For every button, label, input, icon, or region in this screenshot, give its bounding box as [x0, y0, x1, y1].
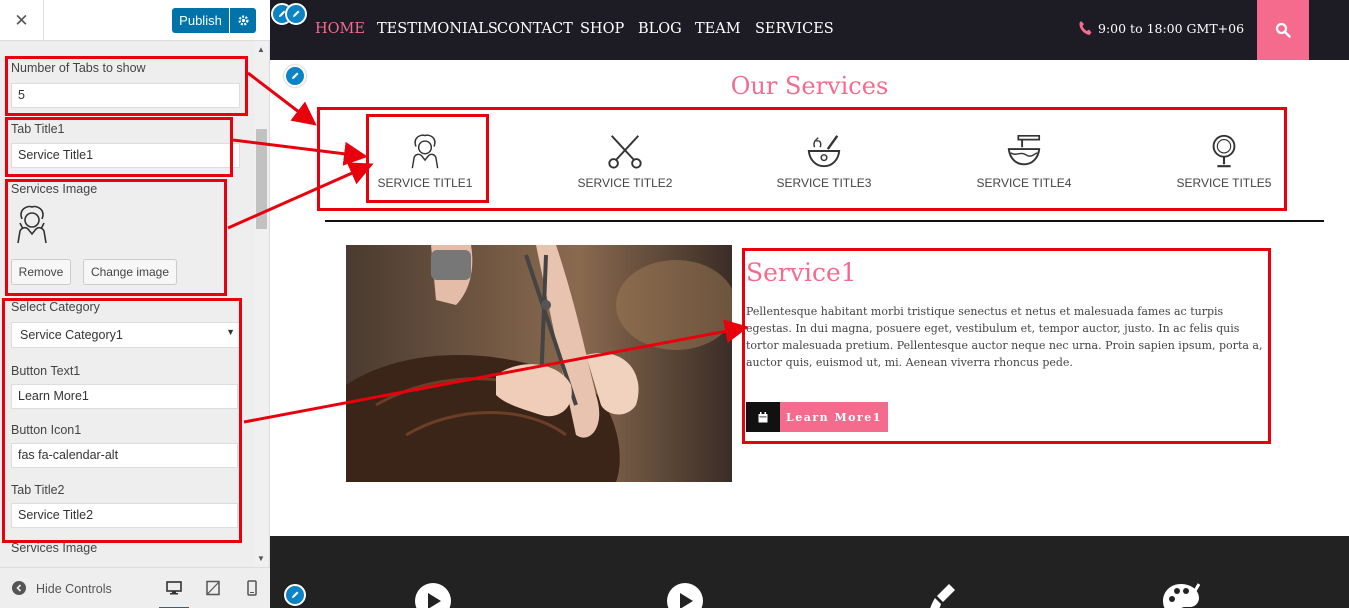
customizer-footer: Hide Controls	[0, 567, 270, 608]
close-icon[interactable]: ✕	[0, 0, 44, 41]
business-hours: 9:00 to 18:00 GMT+06	[1078, 20, 1244, 36]
services-image-thumbnail	[14, 203, 50, 245]
service-tab-4[interactable]: SERVICE TITLE4	[964, 132, 1084, 190]
learn-more-button[interactable]: Learn More1	[780, 402, 888, 432]
play-circle-icon	[667, 583, 703, 608]
desktop-preview-icon[interactable]	[159, 580, 189, 608]
top-navigation: HOME TESTIMONIALS CONTACT SHOP BLOG TEAM…	[270, 0, 1349, 60]
hours-text: 9:00 to 18:00 GMT+06	[1098, 20, 1245, 36]
edit-shortcut-icon[interactable]	[284, 584, 306, 606]
button-text1-input[interactable]: Learn More1	[11, 384, 238, 409]
search-icon	[1275, 22, 1291, 38]
nav-team[interactable]: TEAM	[695, 21, 741, 37]
nav-shop[interactable]: SHOP	[580, 21, 624, 37]
hide-controls-button[interactable]: Hide Controls	[36, 582, 112, 596]
section-divider	[325, 220, 1324, 222]
service-photo	[346, 245, 732, 482]
service-title: Service1	[746, 258, 857, 287]
site-preview: HOME TESTIMONIALS CONTACT SHOP BLOG TEAM…	[270, 0, 1349, 608]
hairdresser-woman-icon	[411, 134, 439, 169]
nav-blog[interactable]: BLOG	[638, 21, 682, 37]
phone-icon	[1079, 21, 1092, 35]
service-tab-label: SERVICE TITLE2	[577, 176, 673, 190]
customizer-header: ✕ Publish	[0, 0, 270, 41]
play-circle-icon	[415, 583, 451, 608]
nav-home[interactable]: HOME	[315, 21, 365, 37]
scissors-icon	[608, 135, 642, 169]
button-text1-label: Button Text1	[11, 364, 81, 378]
section-title: Our Services	[730, 72, 889, 100]
category-select[interactable]: Service Category1 ▼	[11, 322, 240, 348]
change-image-button[interactable]: Change image	[83, 259, 177, 285]
palette-icon	[1163, 583, 1200, 608]
service-description: Pellentesque habitant morbi tristique se…	[746, 305, 1263, 369]
num-tabs-label: Number of Tabs to show	[11, 61, 146, 75]
mobile-preview-icon[interactable]	[244, 580, 260, 596]
service-tab-1[interactable]: SERVICE TITLE1	[365, 132, 485, 190]
scrollbar-thumb[interactable]	[256, 129, 267, 229]
remove-image-button[interactable]: Remove	[11, 259, 71, 285]
calendar-icon[interactable]	[746, 402, 780, 432]
mortar-pestle-icon	[807, 135, 841, 168]
tab-title2-label: Tab Title2	[11, 483, 65, 497]
publish-button[interactable]: Publish	[172, 8, 229, 33]
customizer-sidebar: ✕ Publish Number of Tabs to show 5 Tab T…	[0, 0, 270, 608]
services-image2-label: Services Image	[11, 541, 98, 555]
category-select-value: Service Category1	[20, 328, 123, 342]
search-button[interactable]	[1257, 0, 1309, 60]
select-category-label: Select Category	[11, 300, 100, 314]
service-tab-label: SERVICE TITLE5	[1176, 176, 1272, 190]
gear-icon[interactable]	[230, 8, 256, 33]
button-icon1-input[interactable]: fas fa-calendar-alt	[11, 443, 238, 468]
chevron-down-icon: ▼	[226, 327, 235, 337]
services-image-label: Services Image	[11, 182, 98, 196]
customizer-controls: Number of Tabs to show 5 Tab Title1 Serv…	[0, 41, 255, 567]
footer-band	[270, 536, 1349, 608]
service-tab-label: SERVICE TITLE1	[377, 176, 473, 190]
mirror-icon	[1212, 134, 1236, 168]
service-tab-label: SERVICE TITLE4	[976, 176, 1072, 190]
scroll-up-icon[interactable]: ▲	[257, 45, 265, 54]
num-tabs-input[interactable]: 5	[11, 83, 240, 108]
nav-contact[interactable]: CONTACT	[497, 21, 573, 37]
tab-title1-label: Tab Title1	[11, 122, 65, 136]
tab-title2-input[interactable]: Service Title2	[11, 503, 238, 528]
sidebar-scrollbar[interactable]: ▲ ▼	[255, 41, 268, 567]
brush-icon	[930, 584, 955, 608]
tablet-preview-icon[interactable]	[205, 580, 221, 596]
scroll-down-icon[interactable]: ▼	[257, 554, 265, 563]
nav-services[interactable]: SERVICES	[755, 21, 834, 37]
button-icon1-label: Button Icon1	[11, 423, 82, 437]
nav-testimonials[interactable]: TESTIMONIALS	[377, 21, 498, 37]
service-tab-label: SERVICE TITLE3	[776, 176, 872, 190]
wax-bowl-icon	[1007, 134, 1041, 166]
service-tab-5[interactable]: SERVICE TITLE5	[1164, 132, 1284, 190]
edit-shortcut-icon[interactable]	[285, 3, 307, 25]
hide-controls-icon[interactable]	[12, 581, 26, 595]
service-tab-2[interactable]: SERVICE TITLE2	[565, 132, 685, 190]
tab-title1-input[interactable]: Service Title1	[11, 143, 240, 168]
service-tab-3[interactable]: SERVICE TITLE3	[764, 132, 884, 190]
